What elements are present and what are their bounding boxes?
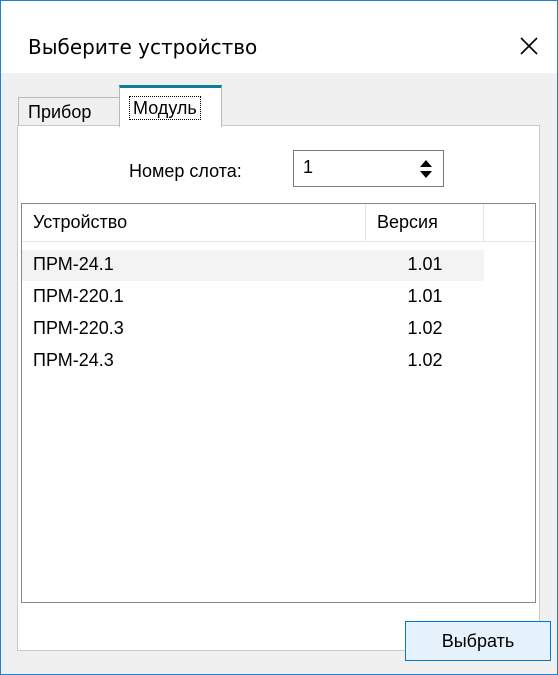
column-header-version[interactable]: Версия — [366, 204, 484, 241]
device-name: ПРМ-220.1 — [33, 286, 124, 306]
tab-module-label: Модуль — [129, 95, 201, 120]
slot-label: Номер слота: — [129, 161, 242, 181]
device-list[interactable]: Устройство Версия ПРМ-24.1 1.01 ПРМ-220.… — [21, 203, 536, 603]
spin-arrows-icon[interactable] — [419, 159, 433, 179]
tab-module[interactable]: Модуль — [119, 85, 222, 127]
dialog-title: Выберите устройство — [28, 35, 258, 59]
list-item[interactable]: ПРМ-24.3 1.02 — [22, 346, 484, 377]
slot-number-spinner[interactable]: 1 — [293, 150, 444, 187]
column-header-device-label: Устройство — [33, 212, 128, 232]
device-name: ПРМ-24.3 — [33, 350, 114, 370]
list-header: Устройство Версия — [22, 204, 535, 242]
device-name: ПРМ-220.3 — [33, 318, 124, 338]
list-item[interactable]: ПРМ-24.1 1.01 — [22, 250, 484, 281]
device-version: 1.02 — [407, 318, 443, 338]
column-header-device[interactable]: Устройство — [22, 204, 366, 241]
tab-device[interactable]: Прибор — [18, 97, 121, 127]
column-header-empty[interactable] — [484, 204, 535, 241]
list-item[interactable]: ПРМ-220.1 1.01 — [22, 282, 484, 313]
slot-number-value[interactable]: 1 — [303, 157, 313, 178]
column-header-version-label: Версия — [377, 212, 438, 232]
device-version: 1.01 — [407, 254, 443, 274]
list-item[interactable]: ПРМ-220.3 1.02 — [22, 314, 484, 345]
tab-bar: Прибор Модуль — [18, 85, 538, 127]
device-version: 1.01 — [407, 286, 443, 306]
choose-button[interactable]: Выбрать — [405, 621, 551, 661]
title-bar: Выберите устройство — [1, 1, 557, 73]
tab-device-label: Прибор — [28, 102, 92, 122]
device-version: 1.02 — [407, 350, 443, 370]
close-icon[interactable] — [511, 29, 547, 63]
device-name: ПРМ-24.1 — [33, 254, 114, 274]
